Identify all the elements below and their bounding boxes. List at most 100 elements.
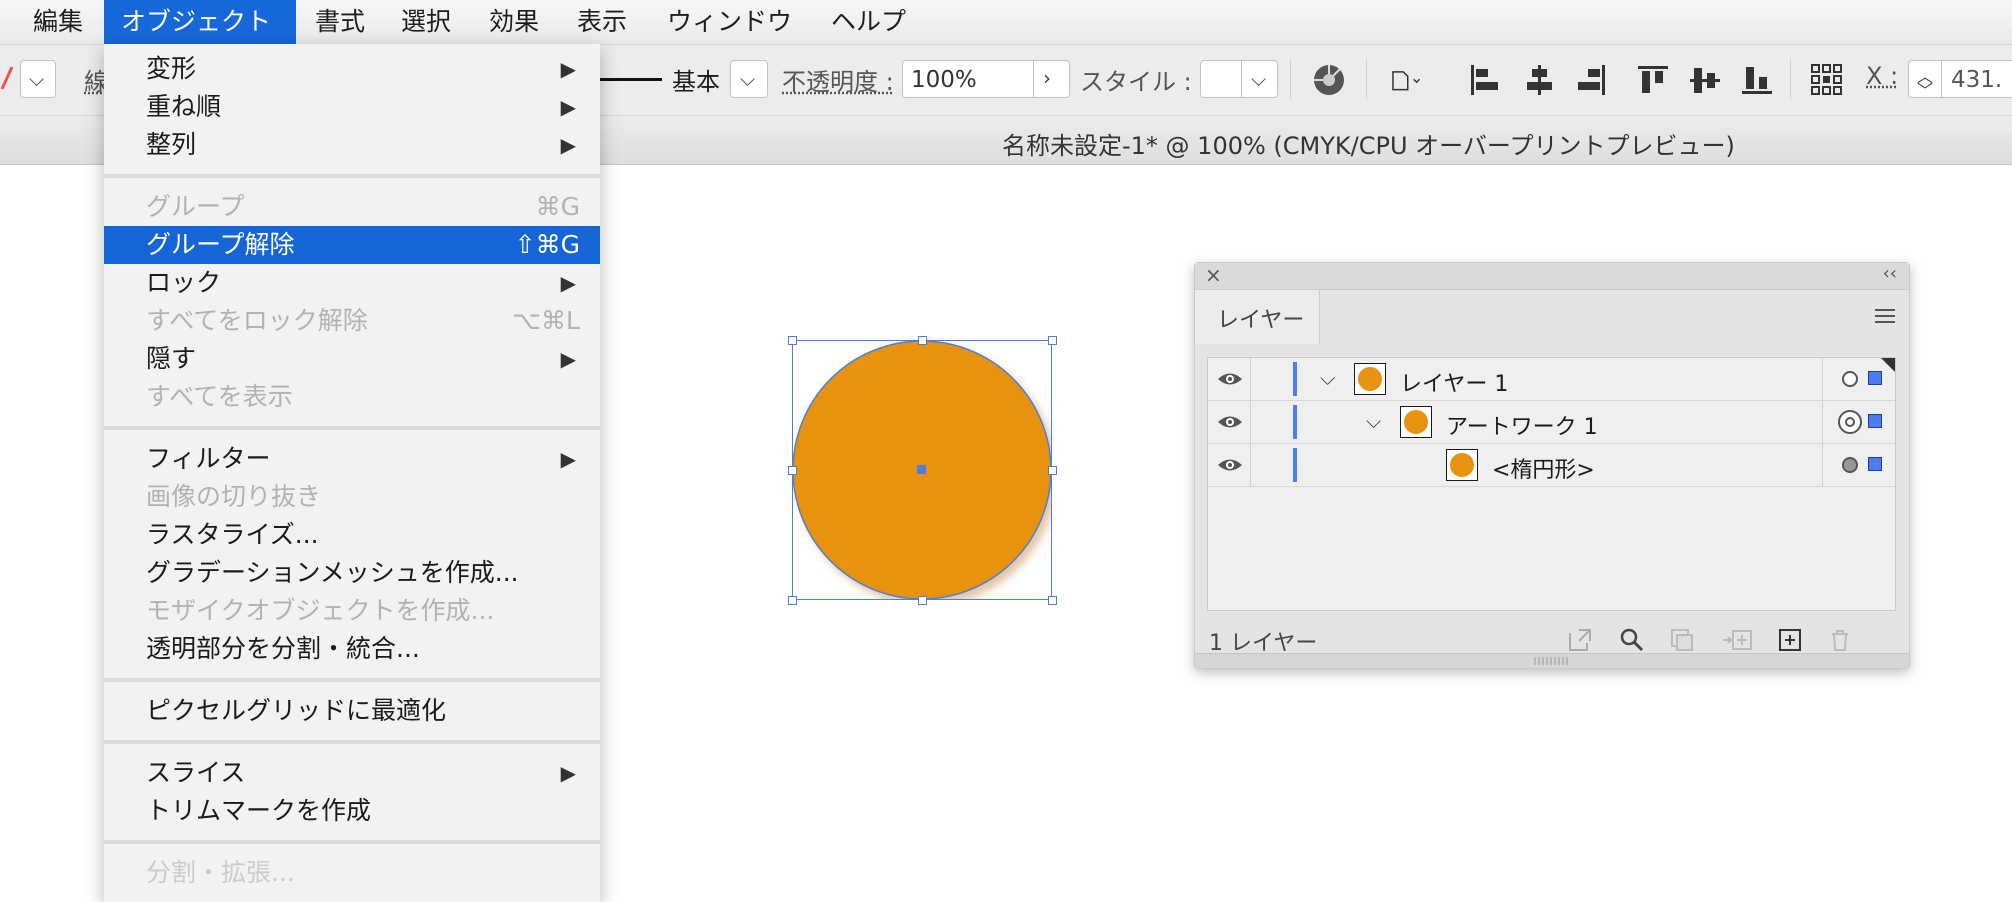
submenu-arrow-icon: ▶	[560, 447, 576, 471]
visibility-eye-icon[interactable]	[1216, 411, 1244, 433]
menu-item-group[interactable]: グループ ⌘G	[104, 188, 600, 226]
handle-bottom-right[interactable]	[1048, 596, 1057, 605]
target-icon[interactable]	[1842, 457, 1858, 473]
layer-row[interactable]: ⌵ アートワーク 1	[1208, 401, 1895, 444]
selected-art-indicator[interactable]	[1868, 371, 1882, 385]
style-label: スタイル :	[1080, 68, 1192, 96]
panel-menu-icon[interactable]	[1873, 307, 1897, 325]
menu-view[interactable]: 表示	[560, 0, 644, 44]
brush-dropdown[interactable]: ⌵	[730, 60, 768, 98]
clipping-mask-icon[interactable]	[1669, 627, 1695, 653]
menu-item-hide[interactable]: 隠す ▶	[104, 340, 600, 378]
submenu-arrow-icon: ▶	[560, 761, 576, 785]
shortcut: ⇧⌘G	[514, 230, 580, 259]
export-icon[interactable]	[1567, 627, 1593, 653]
chevron-down-icon[interactable]: ⌵	[1366, 409, 1381, 433]
collapse-icon[interactable]: ‹‹	[1883, 263, 1897, 284]
menu-item-slice[interactable]: スライス ▶	[104, 754, 600, 792]
visibility-eye-icon[interactable]	[1216, 368, 1244, 390]
group-name[interactable]: アートワーク 1	[1446, 409, 1598, 441]
recolor-artwork-icon[interactable]	[1312, 63, 1346, 97]
handle-bottom-left[interactable]	[788, 596, 797, 605]
handle-top-right[interactable]	[1048, 336, 1057, 345]
group-thumbnail	[1400, 406, 1432, 438]
menu-select[interactable]: 選択	[384, 0, 468, 44]
menu-separator	[104, 840, 600, 844]
menu-window[interactable]: ウィンドウ	[650, 0, 809, 44]
handle-middle-right[interactable]	[1048, 466, 1057, 475]
menu-object[interactable]: オブジェクト	[104, 0, 296, 44]
handle-bottom-center[interactable]	[918, 596, 927, 605]
visibility-eye-icon[interactable]	[1216, 454, 1244, 476]
menu-item-make-pixel-perfect[interactable]: ピクセルグリッドに最適化	[104, 692, 600, 730]
menu-separator	[104, 174, 600, 178]
menu-item-arrange[interactable]: 重ね順 ▶	[104, 88, 600, 126]
menu-item-lock[interactable]: ロック ▶	[104, 264, 600, 302]
menu-type[interactable]: 書式	[298, 0, 382, 44]
selected-art-indicator[interactable]	[1868, 457, 1882, 471]
separator	[1290, 59, 1291, 99]
align-to-dropdown-icon[interactable]	[1390, 63, 1424, 97]
opacity-label[interactable]: 不透明度 :	[782, 62, 894, 97]
menu-edit[interactable]: 編集	[16, 0, 100, 44]
align-vertical-center-icon[interactable]	[1688, 63, 1722, 97]
new-layer-icon[interactable]	[1777, 627, 1803, 653]
stepper-down-icon[interactable]: ﹀	[1917, 77, 1933, 101]
layer-color-bar	[1293, 448, 1297, 482]
stroke-color-dropdown[interactable]: ⌵	[20, 60, 56, 98]
handle-top-center[interactable]	[918, 336, 927, 345]
search-icon[interactable]	[1619, 627, 1645, 653]
path-name[interactable]: <楕円形>	[1492, 452, 1595, 484]
align-right-icon[interactable]	[1574, 63, 1608, 97]
menu-item-create-trim-marks[interactable]: トリムマークを作成	[104, 792, 600, 830]
x-field[interactable]: ︿ ﹀ 431.	[1908, 60, 2012, 101]
submenu-arrow-icon: ▶	[560, 271, 576, 295]
target-icon[interactable]	[1842, 371, 1858, 387]
menu-item-flatten-transparency[interactable]: 透明部分を分割・統合...	[104, 630, 600, 668]
menu-separator	[104, 426, 600, 430]
new-sublayer-icon[interactable]	[1721, 627, 1753, 653]
submenu-arrow-icon: ▶	[560, 347, 576, 371]
layer-color-bar	[1293, 362, 1297, 396]
align-horizontal-center-icon[interactable]	[1522, 63, 1556, 97]
menu-item-align[interactable]: 整列 ▶	[104, 126, 600, 164]
menu-help[interactable]: ヘルプ	[814, 0, 923, 44]
menu-item-crop-image[interactable]: 画像の切り抜き	[104, 478, 600, 516]
layer-row[interactable]: ⌵ レイヤー 1	[1208, 358, 1895, 401]
layer-name[interactable]: レイヤー 1	[1400, 366, 1508, 398]
menu-item-show-all[interactable]: すべてを表示	[104, 378, 600, 416]
panel-resize-grip[interactable]	[1195, 653, 1909, 668]
x-label[interactable]: X :	[1866, 62, 1898, 90]
align-bottom-icon[interactable]	[1740, 63, 1774, 97]
menu-item-transform[interactable]: 変形 ▶	[104, 50, 600, 88]
align-top-icon[interactable]	[1636, 63, 1670, 97]
current-layer-corner-icon	[1881, 358, 1895, 372]
center-point	[917, 465, 926, 474]
layer-color-bar	[1293, 405, 1297, 439]
menu-item-unlock-all[interactable]: すべてをロック解除 ⌥⌘L	[104, 302, 600, 340]
align-left-icon[interactable]	[1468, 63, 1502, 97]
panel-header[interactable]: × ‹‹	[1195, 263, 1909, 290]
selected-art-indicator[interactable]	[1868, 414, 1882, 428]
menu-item-create-gradient-mesh[interactable]: グラデーションメッシュを作成...	[104, 554, 600, 592]
handle-top-left[interactable]	[788, 336, 797, 345]
opacity-field[interactable]: 100% ›	[902, 60, 1070, 98]
menu-item-filter[interactable]: フィルター ▶	[104, 440, 600, 478]
handle-middle-left[interactable]	[788, 466, 797, 475]
separator	[1366, 59, 1367, 99]
graphic-style-dropdown[interactable]: ⌵	[1200, 60, 1278, 98]
reference-point-icon[interactable]	[1810, 63, 1844, 97]
menu-item-ungroup[interactable]: グループ解除 ⇧⌘G	[104, 226, 600, 264]
menu-item-create-object-mosaic[interactable]: モザイクオブジェクトを作成...	[104, 592, 600, 630]
menu-effect[interactable]: 効果	[472, 0, 556, 44]
document-title: 名称未設定-1* @ 100% (CMYK/CPU オーバープリントプレビュー)	[1002, 132, 1735, 160]
menu-item-expand[interactable]: 分割・拡張...	[104, 854, 600, 892]
trash-icon[interactable]	[1827, 627, 1853, 653]
chevron-down-icon[interactable]: ⌵	[1320, 366, 1335, 390]
tab-layers[interactable]: レイヤー	[1195, 290, 1320, 344]
close-icon[interactable]: ×	[1205, 263, 1222, 287]
layer-row[interactable]: <楕円形>	[1208, 444, 1895, 487]
menu-item-rasterize[interactable]: ラスタライズ...	[104, 516, 600, 554]
chevron-right-icon[interactable]: ›	[1043, 66, 1051, 90]
menu-separator	[104, 740, 600, 744]
